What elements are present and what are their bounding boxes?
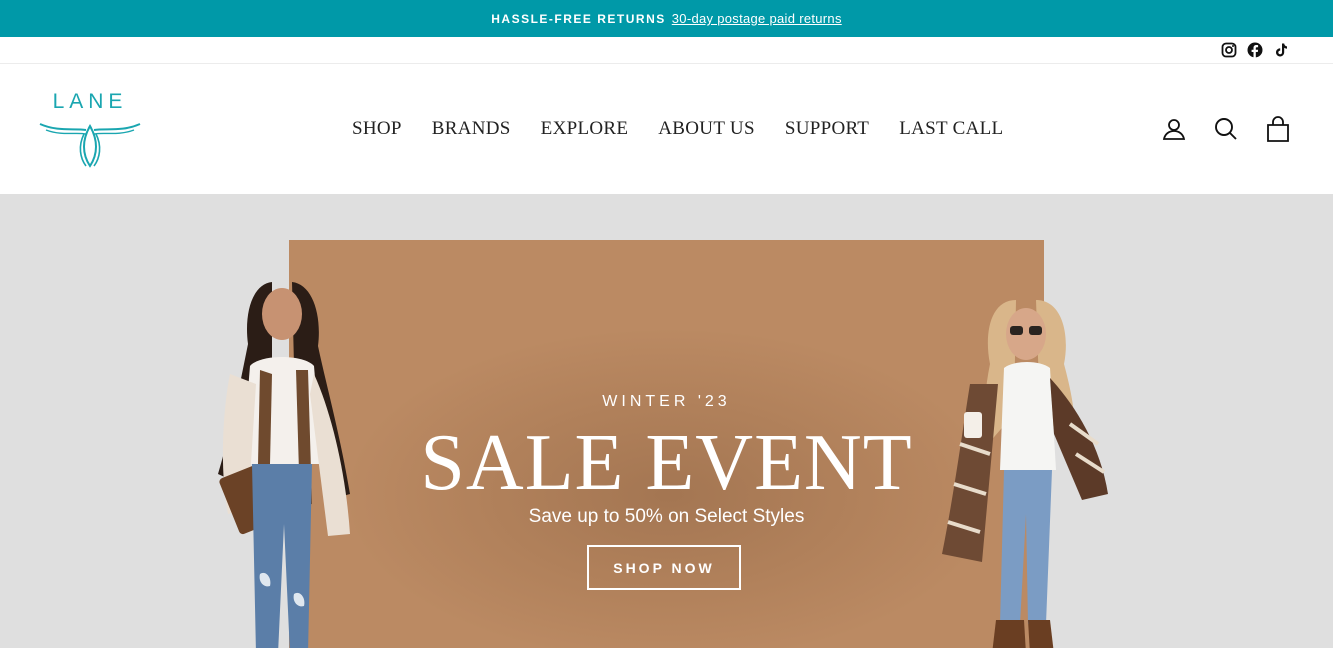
lane-logo[interactable]: LANE	[38, 90, 142, 168]
hero-banner[interactable]: WINTER '23 SALE EVENT Save up to 50% on …	[0, 194, 1333, 648]
main-nav: SHOP BRANDS EXPLORE ABOUT US SUPPORT LAS…	[352, 64, 1003, 194]
hero-subheadline: Save up to 50% on Select Styles	[528, 506, 805, 527]
social-bar	[0, 37, 1333, 64]
nav-item-brands[interactable]: BRANDS	[432, 118, 511, 140]
facebook-icon[interactable]	[1246, 42, 1263, 59]
nav-item-about-us[interactable]: ABOUT US	[658, 118, 755, 140]
search-icon[interactable]	[1213, 116, 1239, 142]
longhorn-mark	[39, 123, 141, 168]
nav-item-shop[interactable]: SHOP	[352, 118, 402, 140]
announcement-bar: HASSLE-FREE RETURNS 30-day postage paid …	[0, 0, 1333, 37]
nav-item-last-call[interactable]: LAST CALL	[899, 118, 1003, 140]
instagram-icon[interactable]	[1220, 42, 1237, 59]
header-actions	[1161, 64, 1291, 194]
returns-link[interactable]: 30-day postage paid returns	[672, 11, 842, 26]
hero-eyebrow: WINTER '23	[602, 393, 731, 410]
site-header: LANE SHOP BRANDS EXPLORE ABOUT US SUPPOR…	[0, 64, 1333, 194]
cart-icon[interactable]	[1265, 116, 1291, 142]
account-icon[interactable]	[1161, 116, 1187, 142]
hero-headline: SALE EVENT	[420, 419, 913, 507]
nav-item-explore[interactable]: EXPLORE	[541, 118, 629, 140]
announcement-label: HASSLE-FREE RETURNS	[491, 11, 666, 26]
tiktok-icon[interactable]	[1272, 42, 1289, 59]
shop-now-button[interactable]: SHOP NOW	[587, 545, 741, 590]
nav-item-support[interactable]: SUPPORT	[785, 118, 869, 140]
